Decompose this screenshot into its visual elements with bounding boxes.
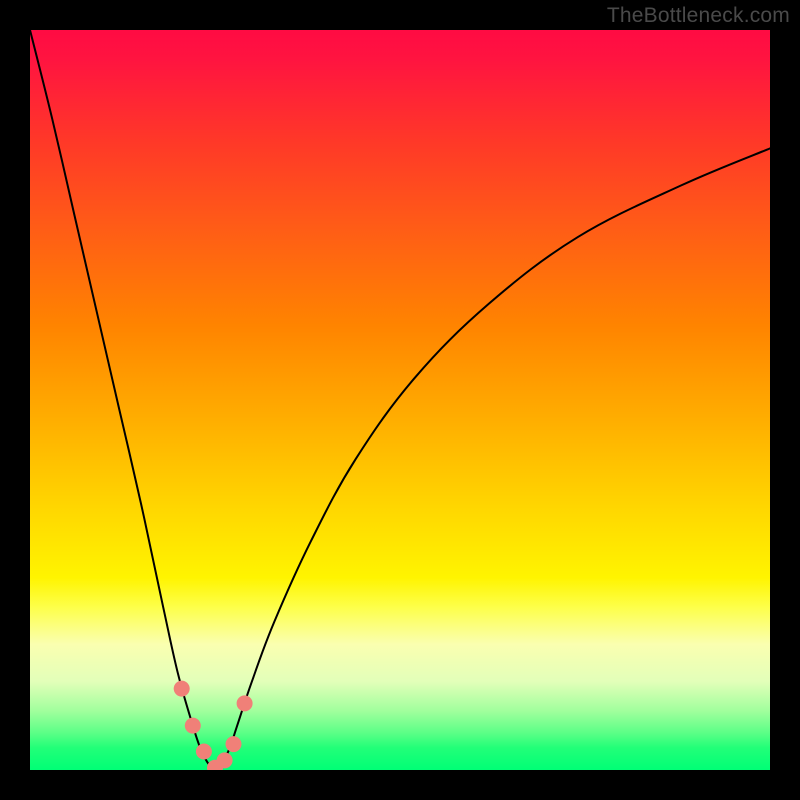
chart-svg (30, 30, 770, 770)
threshold-markers (174, 681, 253, 770)
threshold-dot (196, 744, 212, 760)
threshold-dot (217, 752, 233, 768)
plot-area (30, 30, 770, 770)
watermark-text: TheBottleneck.com (607, 4, 790, 28)
bottleneck-curve (30, 30, 770, 770)
threshold-dot (185, 718, 201, 734)
threshold-dot (174, 681, 190, 697)
chart-frame: TheBottleneck.com (0, 0, 800, 800)
threshold-dot (237, 695, 253, 711)
threshold-dot (226, 736, 242, 752)
